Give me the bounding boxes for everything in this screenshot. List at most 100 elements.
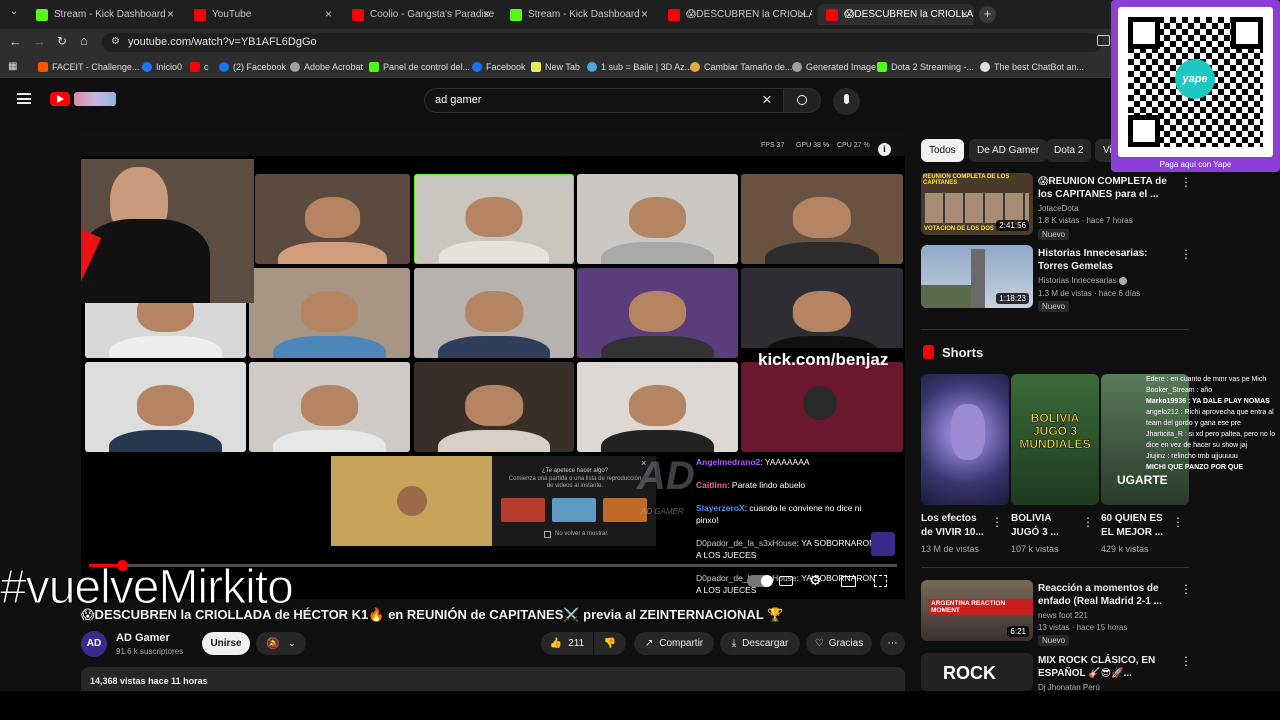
related-channel[interactable]: JotaceDota [1038,203,1078,215]
bookmark[interactable]: 1 sub = Baile | 3D Az... [587,62,692,72]
duration-badge: 1:18:23 [996,293,1029,304]
forward-icon[interactable]: → [33,34,46,49]
short-thumbnail[interactable] [921,374,1009,505]
thumbnail-text: BOLIVIA JUGÓ 3 MUNDIALES [1019,411,1091,451]
browser-tab[interactable]: Stream - Kick Dashboard × [502,4,654,25]
address-bar[interactable]: ⚙ youtube.com/watch?v=YB1AFL6DgGo [102,33,1102,52]
short-thumbnail[interactable]: BOLIVIA JUGÓ 3 MUNDIALES [1011,374,1099,505]
related-thumbnail[interactable]: REUNION COMPLETA DE LOS CAPITANES VOTACI… [921,173,1033,235]
bookmark[interactable]: The best ChatBot an... [980,62,1084,72]
bookmark[interactable]: (2) Facebook [219,62,286,72]
bookmark[interactable]: Panel de control del... [369,62,470,72]
close-tab-icon[interactable]: × [799,7,806,21]
reload-icon[interactable]: ↻ [57,34,67,48]
more-vertical-icon[interactable]: ⋮ [1180,582,1192,596]
cast-icon[interactable] [1097,35,1110,46]
bookmark[interactable]: Cambiar Tamaño de... [690,62,792,72]
description-box[interactable]: 14,368 vistas hace 11 horas [81,667,905,692]
bookmark[interactable]: New Tab [531,62,580,72]
new-badge: Nuevo [1038,229,1070,240]
autoplay-toggle[interactable] [747,575,773,587]
more-actions-button[interactable]: ⋯ [880,632,905,655]
apps-grid-icon[interactable]: ▦ [8,61,17,72]
youtube-logo[interactable] [50,92,70,106]
close-tab-icon[interactable]: × [167,7,174,21]
more-vertical-icon[interactable]: ⋮ [1082,515,1094,529]
short-title[interactable]: BOLIVIA JUGÓ 3 ... [1011,512,1081,540]
more-vertical-icon[interactable]: ⋮ [1180,175,1192,189]
back-icon[interactable]: ← [9,34,22,49]
new-tab-button[interactable]: + [979,6,996,23]
search-button[interactable] [783,88,821,113]
bookmark[interactable]: FACEIT - Challenge... [38,62,139,72]
short-title[interactable]: Los efectos de VIVIR 10... [921,512,991,540]
close-tab-icon[interactable]: × [483,7,490,21]
close-tab-icon[interactable]: × [641,7,648,21]
channel-name[interactable]: AD Gamer [116,632,170,644]
related-title[interactable]: Historias Innecesarias: Torres Gemelas [1038,247,1176,273]
bookmark[interactable]: Inicio0 [142,62,182,72]
clear-search-icon[interactable]: × [762,90,772,110]
game-thumb[interactable] [501,498,545,522]
filter-chip-dota2[interactable]: Dota 2 [1046,139,1092,162]
site-info-icon[interactable]: ⚙ [111,36,120,47]
game-thumb[interactable] [552,498,596,522]
related-title[interactable]: Reacción a momentos de enfado (Real Madr… [1038,582,1176,608]
video-player[interactable]: FPS 37 GPU 38 % CPU 27 % i kick.com/benj… [81,134,905,599]
bookmark[interactable]: c [190,62,209,72]
related-channel[interactable]: Historias Innecesarias [1038,275,1127,287]
thumbnail-text: ARGENTINA REACTION MOMENT [929,599,1033,615]
fullscreen-icon[interactable] [874,575,887,587]
bookmark[interactable]: Dota 2 Streaming -... [877,62,974,72]
related-thumbnail[interactable]: 1:18:23 [921,245,1033,308]
download-button[interactable]: ⤓ Descargar [720,632,800,655]
bookmark[interactable]: Facebook [472,62,526,72]
related-title[interactable]: MIX ROCK CLÁSICO, EN ESPAÑOL 🎸😎🚀... [1038,654,1176,680]
browser-tab-active[interactable]: 😱DESCUBREN la CRIOLLA × [818,4,974,25]
tab-search-icon[interactable]: ⌄ [6,6,22,22]
close-tab-icon[interactable]: × [961,7,968,21]
browser-tab[interactable]: 😱DESCUBREN la CRIOLLADA × [660,4,812,25]
more-vertical-icon[interactable]: ⋮ [1180,247,1192,261]
bookmark-favicon-icon [690,62,700,72]
search-input[interactable]: ad gamer [424,88,784,113]
new-tab-icon [531,62,541,72]
menu-icon[interactable] [17,93,31,104]
join-button[interactable]: Unirse [202,632,250,655]
filter-chip-all[interactable]: Todos [921,139,964,162]
voice-search-button[interactable] [833,88,860,115]
more-vertical-icon[interactable]: ⋮ [991,515,1003,529]
home-icon[interactable]: ⌂ [80,33,88,48]
settings-gear-icon[interactable]: ⚙ [809,572,822,589]
short-title[interactable]: 60 QUIEN ES EL MEJOR ... [1101,512,1171,540]
bookmark-favicon-icon [587,62,597,72]
popup-title: ¿Te apetece hacer algo? [541,468,609,474]
browser-tab[interactable]: Stream - Kick Dashboard × [28,4,180,25]
bookmark[interactable]: Adobe Acrobat [290,62,363,72]
browser-tab[interactable]: Coolio - Gangsta's Paradise (fe × [344,4,496,25]
subtitles-icon[interactable] [779,576,793,586]
like-button[interactable]: 👍 211 [541,632,593,655]
related-title[interactable]: 😱REUNION COMPLETA de los CAPITANES para … [1038,175,1176,201]
info-icon[interactable]: i [878,143,891,156]
related-channel[interactable]: Dj Jhonatan Perú [1038,682,1100,694]
related-thumbnail[interactable]: ARGENTINA REACTION MOMENT 6:21 [921,580,1033,641]
related-channel[interactable]: news foot 221 [1038,610,1088,622]
share-button[interactable]: ↗ Compartir [634,632,714,655]
related-thumbnail[interactable]: ROCK [921,653,1033,691]
browser-tab[interactable]: YouTube × [186,4,338,25]
kick-icon [369,62,379,72]
thanks-button[interactable]: ♡ Gracias [806,632,872,655]
notifications-button[interactable]: 🔕 ⌄ [256,632,306,655]
more-vertical-icon[interactable]: ⋮ [1180,654,1192,668]
filter-chip-channel[interactable]: De AD Gamer [969,139,1048,162]
dislike-button[interactable]: 👎 [594,632,626,655]
channel-avatar[interactable]: AD [81,631,107,657]
mic-icon [844,94,849,104]
more-vertical-icon[interactable]: ⋮ [1172,515,1184,529]
miniplayer-icon[interactable] [841,576,856,587]
close-tab-icon[interactable]: × [325,7,332,21]
bookmark[interactable]: Generated Image [792,62,876,72]
popup-checkbox-label: No volver a mostrar. [555,531,609,537]
popup-checkbox[interactable] [544,531,551,538]
